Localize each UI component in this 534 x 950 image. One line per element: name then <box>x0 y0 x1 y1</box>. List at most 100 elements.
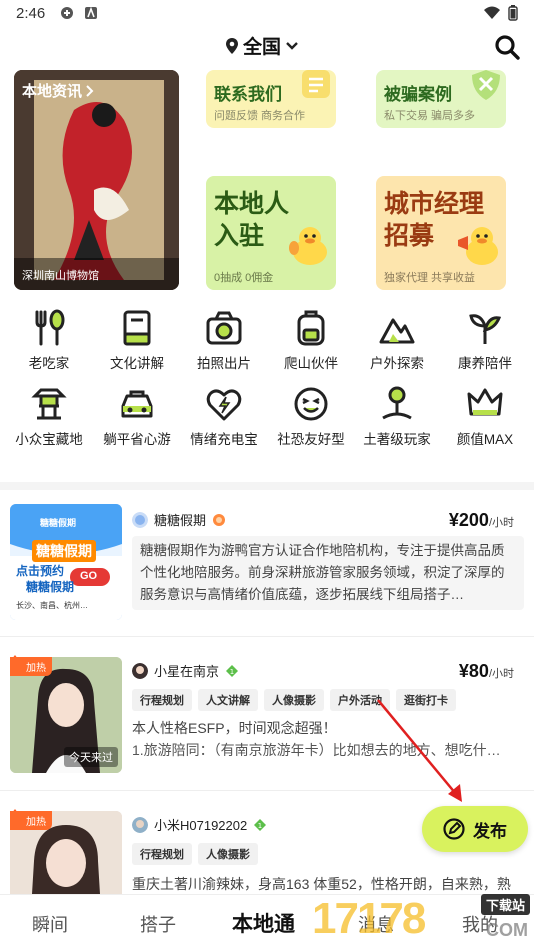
location-label: 全国 <box>243 37 282 58</box>
camera-icon <box>206 311 242 345</box>
verified-badge-icon <box>213 513 226 526</box>
battery-icon <box>508 5 518 21</box>
svg-text:1: 1 <box>258 822 262 830</box>
tile-title: 联系我们 <box>214 85 282 104</box>
category-label: 爬山伙伴 <box>284 356 338 371</box>
notepad-icon <box>302 70 330 98</box>
category-culture-guide[interactable]: 文化讲解 <box>92 308 182 372</box>
category-easy-trip[interactable]: 躺平省心游 <box>92 384 182 448</box>
category-wellness[interactable]: 康养陪伴 <box>440 308 530 372</box>
duck-mascot-icon <box>289 227 327 265</box>
fork-spoon-icon <box>35 309 65 346</box>
listing-description: 糖糖假期作为游鸭官方认证合作地陪机构，专注于提供高品质个性化地陪服务。前身深耕旅… <box>132 536 524 610</box>
avatar <box>132 511 148 528</box>
app-notification-icon <box>61 7 73 19</box>
listing-thumbnail: 糖糖假期 糖糖假期 点击预约 糖糖假期 GO 长沙、南昌、杭州… <box>10 504 122 620</box>
city-manager-tile[interactable]: 城市经理 招募 独家代理 共享收益 <box>376 176 506 290</box>
category-hiking[interactable]: 爬山伙伴 <box>266 308 356 372</box>
tag-list: 行程规划 人像摄影 <box>132 843 258 865</box>
tile-title: 被骗案例 <box>384 85 452 104</box>
category-local-expert[interactable]: 土著级玩家 <box>352 384 442 448</box>
promo-line-1: 点击预约 <box>16 564 65 578</box>
watermark-domain: COM <box>486 920 528 940</box>
local-news-card[interactable]: 本地资讯 深圳南山博物馆 <box>14 70 179 290</box>
top-bar: 全国 <box>0 28 534 64</box>
listing-author[interactable]: 小星在南京 1 <box>132 661 239 680</box>
tag: 行程规划 <box>132 689 192 711</box>
pagoda-icon <box>31 388 67 420</box>
status-bar: 2:46 <box>0 0 534 28</box>
category-label: 社恐友好型 <box>277 432 345 447</box>
category-introvert-friendly[interactable]: 社恐友好型 <box>266 384 356 448</box>
duck-megaphone-icon <box>458 227 498 265</box>
crown-icon <box>467 388 503 416</box>
red-arrow-annotation <box>377 699 462 802</box>
book-icon <box>123 310 151 346</box>
listing-price: ¥200/小时 <box>448 510 514 530</box>
contact-us-tile[interactable]: 联系我们 问题反馈 商务合作 <box>206 70 336 128</box>
category-good-looks[interactable]: 颜值MAX <box>440 384 530 448</box>
local-join-tile[interactable]: 本地人 入驻 0抽成 0佣金 <box>206 176 336 290</box>
category-label: 户外探索 <box>370 356 424 371</box>
category-label: 颜值MAX <box>456 432 514 447</box>
tile-title-line1: 城市经理 <box>384 190 485 218</box>
category-label: 躺平省心游 <box>103 432 171 447</box>
tile-title-line2: 入驻 <box>214 222 265 250</box>
car-icon <box>121 390 153 418</box>
category-hidden-gems[interactable]: 小众宝藏地 <box>4 384 94 448</box>
promo-line-2: 糖糖假期 <box>26 580 75 594</box>
publish-button[interactable]: 发布 <box>422 806 528 852</box>
section-divider <box>0 482 534 490</box>
face-icon <box>294 387 328 421</box>
tile-title-line2: 招募 <box>384 222 435 250</box>
watermark-tag: 下载站 <box>480 894 530 915</box>
promo-cities: 长沙、南昌、杭州… <box>16 601 88 610</box>
tab-local[interactable]: 本地通 <box>232 908 295 938</box>
tile-subtitle: 问题反馈 商务合作 <box>214 110 306 122</box>
location-pin-icon <box>226 37 238 54</box>
listing-author[interactable]: 小米H07192202 1 <box>132 815 267 834</box>
promo-brand: 糖糖假期 <box>40 518 77 528</box>
listing-author[interactable]: 糖糖假期 <box>132 510 226 529</box>
chevron-down-icon <box>286 41 298 50</box>
mountain-icon <box>379 318 415 344</box>
category-old-foodie[interactable]: 老吃家 <box>4 308 94 372</box>
local-news-title: 本地资讯 <box>22 80 94 101</box>
promo-go: GO <box>80 570 98 582</box>
tab-buddies[interactable]: 搭子 <box>140 911 176 937</box>
tile-subtitle: 独家代理 共享收益 <box>384 272 476 284</box>
edit-icon <box>443 818 465 840</box>
search-icon[interactable] <box>494 34 520 60</box>
tag: 人像摄影 <box>264 689 324 711</box>
tile-subtitle: 0抽成 0佣金 <box>214 272 274 284</box>
level-badge-icon: 1 <box>226 664 239 677</box>
hot-badge: 加热 <box>10 811 52 830</box>
location-selector[interactable]: 全国 <box>225 32 299 59</box>
category-label: 土著级玩家 <box>363 432 431 447</box>
tab-moments[interactable]: 瞬间 <box>32 911 68 937</box>
category-emotional-support[interactable]: 情绪充电宝 <box>179 384 269 448</box>
news-caption: 深圳南山博物馆 <box>14 258 179 290</box>
chevron-right-icon <box>86 84 94 97</box>
status-time: 2:46 <box>16 5 46 22</box>
category-label: 老吃家 <box>28 356 70 371</box>
map-pin-icon <box>382 386 412 420</box>
heart-bolt-icon <box>206 389 242 421</box>
tag: 人文讲解 <box>198 689 258 711</box>
author-name: 糖糖假期 <box>154 513 207 528</box>
promo-title: 糖糖假期 <box>32 540 96 562</box>
avatar <box>132 816 148 833</box>
news-cover-image <box>14 70 179 290</box>
category-outdoor[interactable]: 户外探索 <box>352 308 442 372</box>
hot-badge: 加热 <box>10 657 52 676</box>
wifi-icon <box>484 6 500 19</box>
tag: 行程规划 <box>132 843 192 865</box>
scam-cases-tile[interactable]: 被骗案例 私下交易 骗局多多 <box>376 70 506 128</box>
watermark-text: 17178 <box>312 894 426 943</box>
listing-card[interactable]: 糖糖假期 糖糖假期 点击预约 糖糖假期 GO 长沙、南昌、杭州… 糖糖假期 ¥2… <box>0 490 534 636</box>
listing-price: ¥80/小时 <box>458 661 514 681</box>
a-notification-icon <box>85 6 97 19</box>
category-photo[interactable]: 拍照出片 <box>179 308 269 372</box>
svg-text:1: 1 <box>230 668 234 676</box>
tile-subtitle: 私下交易 骗局多多 <box>384 110 476 122</box>
